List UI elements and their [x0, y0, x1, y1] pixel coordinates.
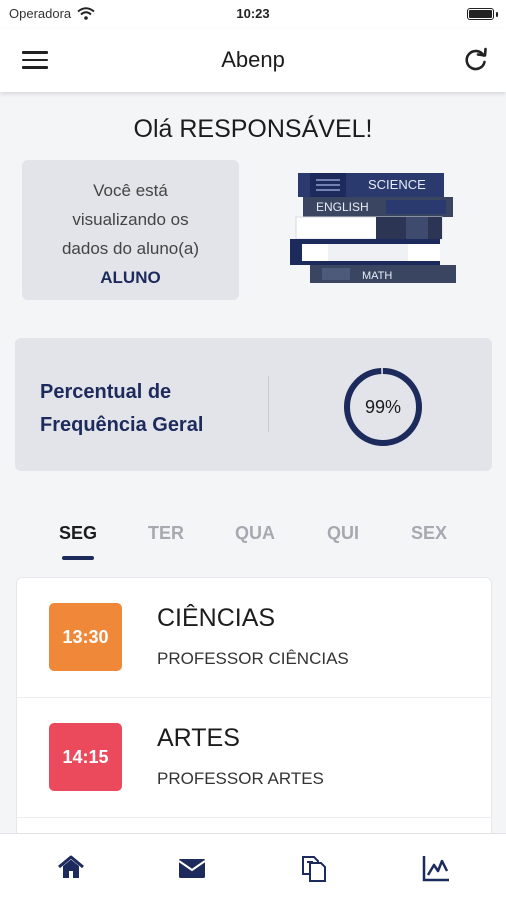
day-tabs: SEG TER QUA QUI SEX	[0, 523, 506, 563]
app-title: Abenp	[221, 47, 285, 72]
mail-icon[interactable]	[176, 852, 208, 884]
status-bar: Operadora 10:23	[0, 0, 506, 28]
student-info-card: Você está visualizando os dados do aluno…	[22, 160, 239, 300]
schedule-list: 13:30 CIÊNCIAS PROFESSOR CIÊNCIAS 14:15 …	[16, 577, 492, 847]
student-card-line1: Você está	[93, 181, 168, 200]
frequency-card: Percentual de Frequência Geral 99%	[15, 338, 492, 471]
book-label-science: SCIENCE	[368, 177, 426, 192]
time-badge: 13:30	[49, 603, 122, 671]
tab-sex[interactable]: SEX	[394, 523, 464, 544]
subject-name: CIÊNCIAS	[157, 604, 276, 632]
books-illustration: SCIENCE ENGLISH MATH	[290, 173, 456, 283]
bottom-nav	[0, 833, 506, 900]
frequency-divider	[268, 376, 269, 432]
home-icon[interactable]	[55, 852, 87, 884]
student-name: ALUNO	[100, 268, 161, 287]
battery-icon	[467, 8, 494, 20]
documents-icon[interactable]	[298, 852, 330, 884]
tab-seg[interactable]: SEG	[43, 523, 113, 544]
greeting-title: Olá RESPONSÁVEL!	[133, 115, 373, 143]
tab-qui[interactable]: QUI	[308, 523, 378, 544]
battery-tip	[496, 12, 498, 17]
subject-name: ARTES	[157, 724, 240, 752]
chart-icon[interactable]	[420, 852, 452, 884]
tab-qua[interactable]: QUA	[220, 523, 290, 544]
student-card-line2: visualizando os	[72, 210, 189, 229]
frequency-value: 99%	[364, 396, 402, 417]
refresh-icon[interactable]	[462, 46, 490, 74]
active-tab-indicator	[62, 556, 94, 560]
tab-ter[interactable]: TER	[131, 523, 201, 544]
app-bar: Abenp	[0, 28, 506, 92]
status-time: 10:23	[236, 6, 270, 21]
frequency-label-line2: Frequência Geral	[40, 414, 204, 436]
frequency-label-line1: Percentual de	[40, 381, 172, 403]
frequency-label: Percentual de Frequência Geral	[40, 376, 203, 442]
schedule-item[interactable]: 14:15 ARTES PROFESSOR ARTES	[17, 698, 491, 818]
book-label-english: ENGLISH	[316, 200, 369, 214]
student-card-line3: dados do aluno(a)	[61, 239, 200, 258]
time-badge: 14:15	[49, 723, 122, 791]
teacher-name: PROFESSOR CIÊNCIAS	[157, 649, 349, 668]
book-label-math: MATH	[362, 270, 392, 282]
teacher-name: PROFESSOR ARTES	[157, 769, 324, 788]
schedule-item[interactable]: 13:30 CIÊNCIAS PROFESSOR CIÊNCIAS	[17, 578, 491, 698]
